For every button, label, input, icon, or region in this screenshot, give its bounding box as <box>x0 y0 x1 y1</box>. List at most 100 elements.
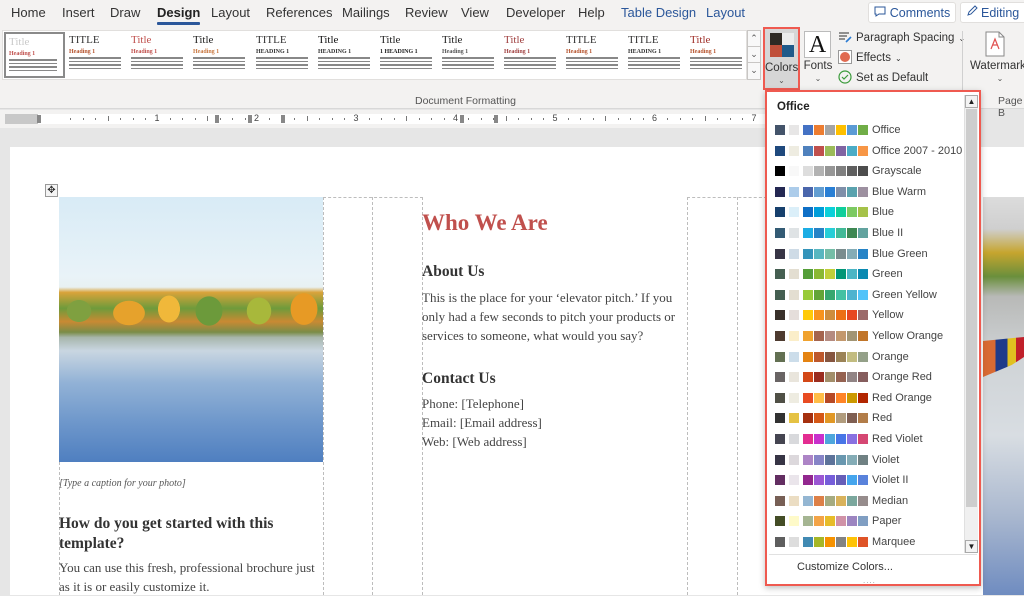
lake-photo[interactable] <box>59 197 323 462</box>
get-started-heading[interactable]: How do you get started with this templat… <box>59 514 319 554</box>
paragraph-spacing-button[interactable]: Paragraph Spacing ⌄ <box>838 29 965 47</box>
style-set-thumbnail[interactable]: Title Heading 1 <box>190 32 251 78</box>
boats-photo[interactable] <box>983 197 1024 595</box>
horizontal-ruler[interactable]: 1 2 3 4 5 6 7 <box>0 110 770 128</box>
resize-grip-icon[interactable]: .... <box>863 576 876 585</box>
tab-home[interactable]: Home <box>11 5 46 20</box>
ruler-tick <box>667 118 669 120</box>
color-theme-item[interactable]: Office <box>767 120 963 140</box>
tab-review[interactable]: Review <box>405 5 448 20</box>
tab-developer[interactable]: Developer <box>506 5 565 20</box>
color-theme-item[interactable]: Paper <box>767 511 963 531</box>
scrollbar-thumb[interactable] <box>966 109 977 507</box>
ruler-tick <box>120 118 122 120</box>
gallery-more-button[interactable]: ⌄ <box>748 63 760 79</box>
color-swatch <box>789 495 799 506</box>
gallery-scroll-up-button[interactable]: ⌃ <box>748 31 760 47</box>
tab-table-layout[interactable]: Layout <box>706 5 745 20</box>
column-marker[interactable] <box>215 115 219 123</box>
style-set-thumbnail[interactable]: TITLE Heading 1 <box>66 32 127 78</box>
theme-swatches <box>775 537 868 547</box>
tab-design[interactable]: Design <box>157 5 201 25</box>
watermark-button[interactable]: Watermark ⌄ <box>968 27 1024 90</box>
color-swatch <box>803 310 813 321</box>
color-theme-item[interactable]: Blue II <box>767 223 963 243</box>
style-set-thumbnail[interactable]: Title HEADING 1 <box>315 32 376 78</box>
color-theme-item[interactable]: Blue Green <box>767 244 963 264</box>
color-swatch <box>814 269 824 280</box>
color-theme-item[interactable]: Median <box>767 491 963 511</box>
color-theme-item[interactable]: Blue <box>767 202 963 222</box>
theme-swatches <box>775 289 868 300</box>
thumbnail-text-line <box>504 60 557 62</box>
tab-mailings[interactable]: Mailings <box>342 5 390 20</box>
ruler-tick <box>232 118 234 120</box>
theme-name: Green <box>872 268 903 281</box>
set-as-default-button[interactable]: Set as Default <box>838 69 928 87</box>
style-set-thumbnail[interactable]: TITLE HEADING 1 <box>625 32 686 78</box>
scroll-down-arrow-icon[interactable]: ▼ <box>965 540 978 553</box>
comments-button[interactable]: Comments <box>868 2 956 23</box>
style-set-thumbnail[interactable]: Title Heading 1 <box>128 32 189 78</box>
table-gridline <box>372 197 373 595</box>
style-set-thumbnail[interactable]: TITLE HEADING 1 <box>253 32 314 78</box>
gallery-scroll-down-button[interactable]: ⌄ <box>748 47 760 63</box>
style-set-thumbnail[interactable]: Title Heading 1 <box>439 32 500 78</box>
about-us-heading[interactable]: About Us <box>422 263 484 281</box>
column-marker[interactable] <box>248 115 252 123</box>
color-theme-item[interactable]: Green <box>767 264 963 284</box>
about-us-body[interactable]: This is the place for your ‘elevator pit… <box>422 288 687 345</box>
style-set-thumbnail[interactable]: Title Heading 1 <box>501 32 562 78</box>
tab-layout[interactable]: Layout <box>211 5 250 20</box>
who-we-are-title[interactable]: Who We Are <box>422 210 548 236</box>
color-theme-item[interactable]: Office 2007 - 2010 <box>767 141 963 161</box>
color-theme-item[interactable]: Green Yellow <box>767 285 963 305</box>
color-theme-item[interactable]: Orange <box>767 347 963 367</box>
color-theme-item[interactable]: Grayscale <box>767 161 963 181</box>
contact-us-heading[interactable]: Contact Us <box>422 370 496 388</box>
color-theme-item[interactable]: Red Orange <box>767 388 963 408</box>
theme-swatches <box>775 495 868 506</box>
color-swatch <box>803 495 813 506</box>
style-set-thumbnail[interactable]: Title Heading 1 <box>4 32 65 78</box>
color-swatch <box>836 125 846 135</box>
color-theme-item[interactable]: Red <box>767 408 963 428</box>
scroll-up-arrow-icon[interactable]: ▲ <box>965 95 978 108</box>
color-theme-item[interactable]: Marquee <box>767 532 963 552</box>
color-theme-item[interactable]: Red Violet <box>767 429 963 449</box>
color-swatch <box>789 248 799 259</box>
get-started-body[interactable]: You can use this fresh, professional bro… <box>59 558 321 596</box>
fonts-button[interactable]: A Fonts ⌄ <box>802 27 834 90</box>
color-theme-item[interactable]: Blue Warm <box>767 182 963 202</box>
ruler-tick <box>418 118 420 120</box>
color-theme-item[interactable]: Yellow <box>767 305 963 325</box>
style-set-thumbnail[interactable]: TITLE Heading 1 <box>563 32 624 78</box>
contact-email[interactable]: Email: [Email address] <box>422 413 687 432</box>
tab-references[interactable]: References <box>266 5 332 20</box>
color-theme-item[interactable]: Orange Red <box>767 367 963 387</box>
column-marker[interactable] <box>494 115 498 123</box>
contact-web[interactable]: Web: [Web address] <box>422 432 687 451</box>
style-set-thumbnail[interactable]: Title Heading 1 <box>687 32 748 78</box>
colors-button[interactable]: Colors ⌄ <box>763 27 800 90</box>
style-set-thumbnail[interactable]: Title 1 HEADING 1 <box>377 32 438 78</box>
color-swatch <box>789 413 799 424</box>
column-marker[interactable] <box>460 115 464 123</box>
tab-table-design[interactable]: Table Design <box>621 5 696 20</box>
contact-phone[interactable]: Phone: [Telephone] <box>422 394 687 413</box>
photo-caption[interactable]: [Type a caption for your photo] <box>59 478 186 489</box>
dropdown-scrollbar[interactable]: ▲ ▼ <box>964 95 978 553</box>
editing-mode-button[interactable]: Editing <box>960 2 1024 23</box>
tab-view[interactable]: View <box>461 5 489 20</box>
column-marker[interactable] <box>281 115 285 123</box>
tab-insert[interactable]: Insert <box>62 5 95 20</box>
color-theme-item[interactable]: Yellow Orange <box>767 326 963 346</box>
tab-help[interactable]: Help <box>578 5 605 20</box>
customize-colors-item[interactable]: Customize Colors... <box>797 561 893 573</box>
color-theme-item[interactable]: Violet <box>767 450 963 470</box>
column-marker[interactable] <box>37 115 41 123</box>
tab-draw[interactable]: Draw <box>110 5 140 20</box>
table-move-handle-icon[interactable]: ✥ <box>45 184 58 197</box>
color-theme-item[interactable]: Violet II <box>767 470 963 490</box>
effects-button[interactable]: Effects ⌄ <box>838 49 902 67</box>
